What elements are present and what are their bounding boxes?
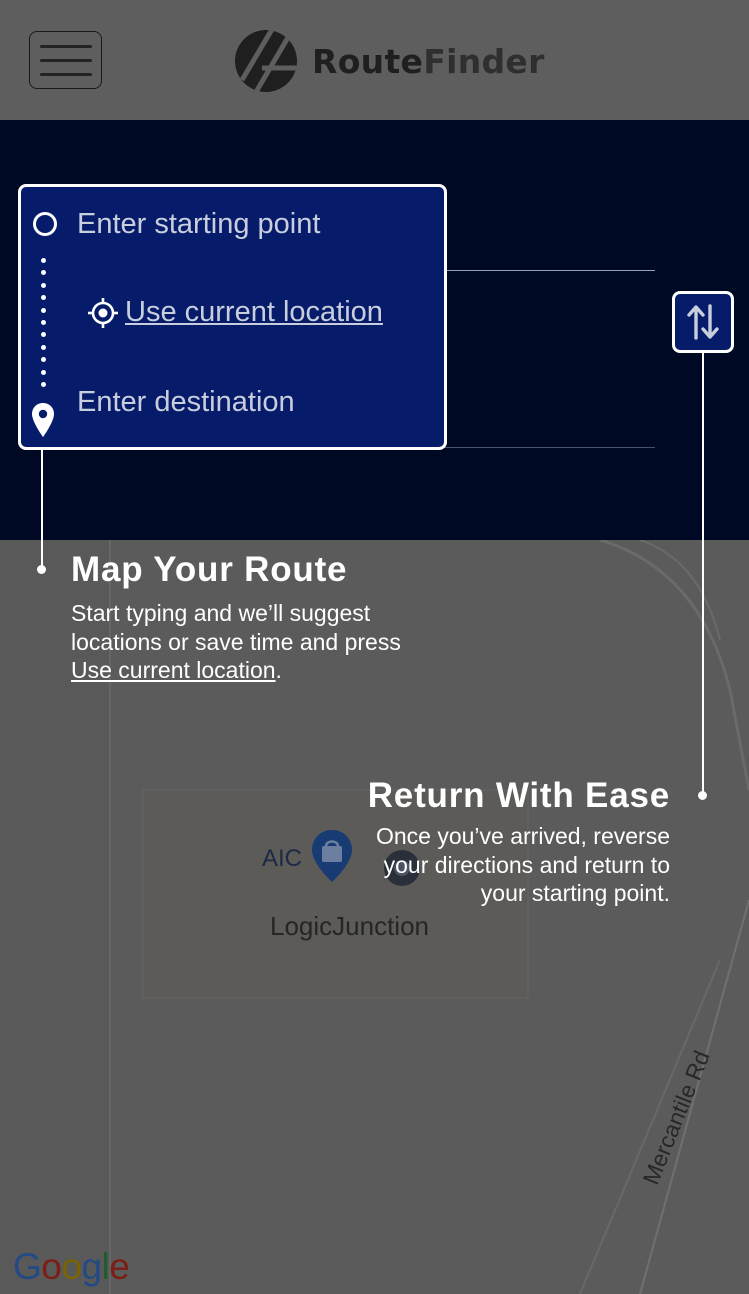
route-dots-connector	[41, 258, 47, 394]
poi-logicjunction-label[interactable]: LogicJunction	[270, 911, 429, 942]
swap-directions-button[interactable]	[672, 291, 734, 353]
google-letter: g	[81, 1246, 102, 1287]
return-callout-body: Once you’ve arrived, reverse your direct…	[375, 823, 670, 906]
google-letter: G	[13, 1246, 42, 1287]
google-attribution[interactable]: Google	[13, 1246, 130, 1288]
app-header: RouteFinder	[0, 0, 749, 120]
starting-point-input[interactable]	[77, 208, 437, 241]
google-letter: o	[61, 1246, 82, 1287]
brand-name-part1: Route	[312, 41, 424, 81]
use-current-location-label: Use current location	[125, 296, 383, 328]
use-current-location-link[interactable]: Use current location	[71, 657, 276, 683]
callout-connector-line	[41, 450, 43, 570]
brand-name: RouteFinder	[312, 42, 545, 81]
google-letter: o	[41, 1246, 62, 1287]
callout-connector-line	[702, 353, 704, 796]
circle-start-icon	[33, 212, 57, 236]
return-callout-title: Return With Ease	[367, 776, 670, 815]
shopping-bag-pin-icon[interactable]	[310, 828, 354, 886]
hamburger-menu-icon	[40, 73, 92, 76]
menu-button[interactable]	[29, 31, 102, 89]
brand-name-part2: Finder	[423, 41, 545, 81]
callout-text: Start typing and we’ll suggest locations…	[71, 600, 401, 655]
map-route-callout-title: Map Your Route	[71, 550, 348, 589]
map-pin-icon	[32, 403, 54, 437]
swap-up-down-arrows-icon	[687, 304, 719, 340]
callout-connector-dot	[698, 791, 707, 800]
use-current-location-button[interactable]: Use current location	[88, 296, 383, 329]
google-letter: e	[109, 1246, 130, 1287]
callout-text: .	[275, 657, 282, 683]
map-route-callout-body: Start typing and we’ll suggest locations…	[71, 599, 411, 685]
crosshair-target-icon	[88, 297, 118, 328]
callout-connector-dot	[37, 565, 46, 574]
poi-aic-label[interactable]: AIC	[262, 845, 302, 873]
hamburger-menu-icon	[40, 59, 92, 62]
destination-input[interactable]	[77, 386, 437, 419]
routefinder-logo-icon	[235, 30, 297, 92]
hamburger-menu-icon	[40, 45, 92, 48]
brand-logo[interactable]: RouteFinder	[234, 30, 545, 92]
